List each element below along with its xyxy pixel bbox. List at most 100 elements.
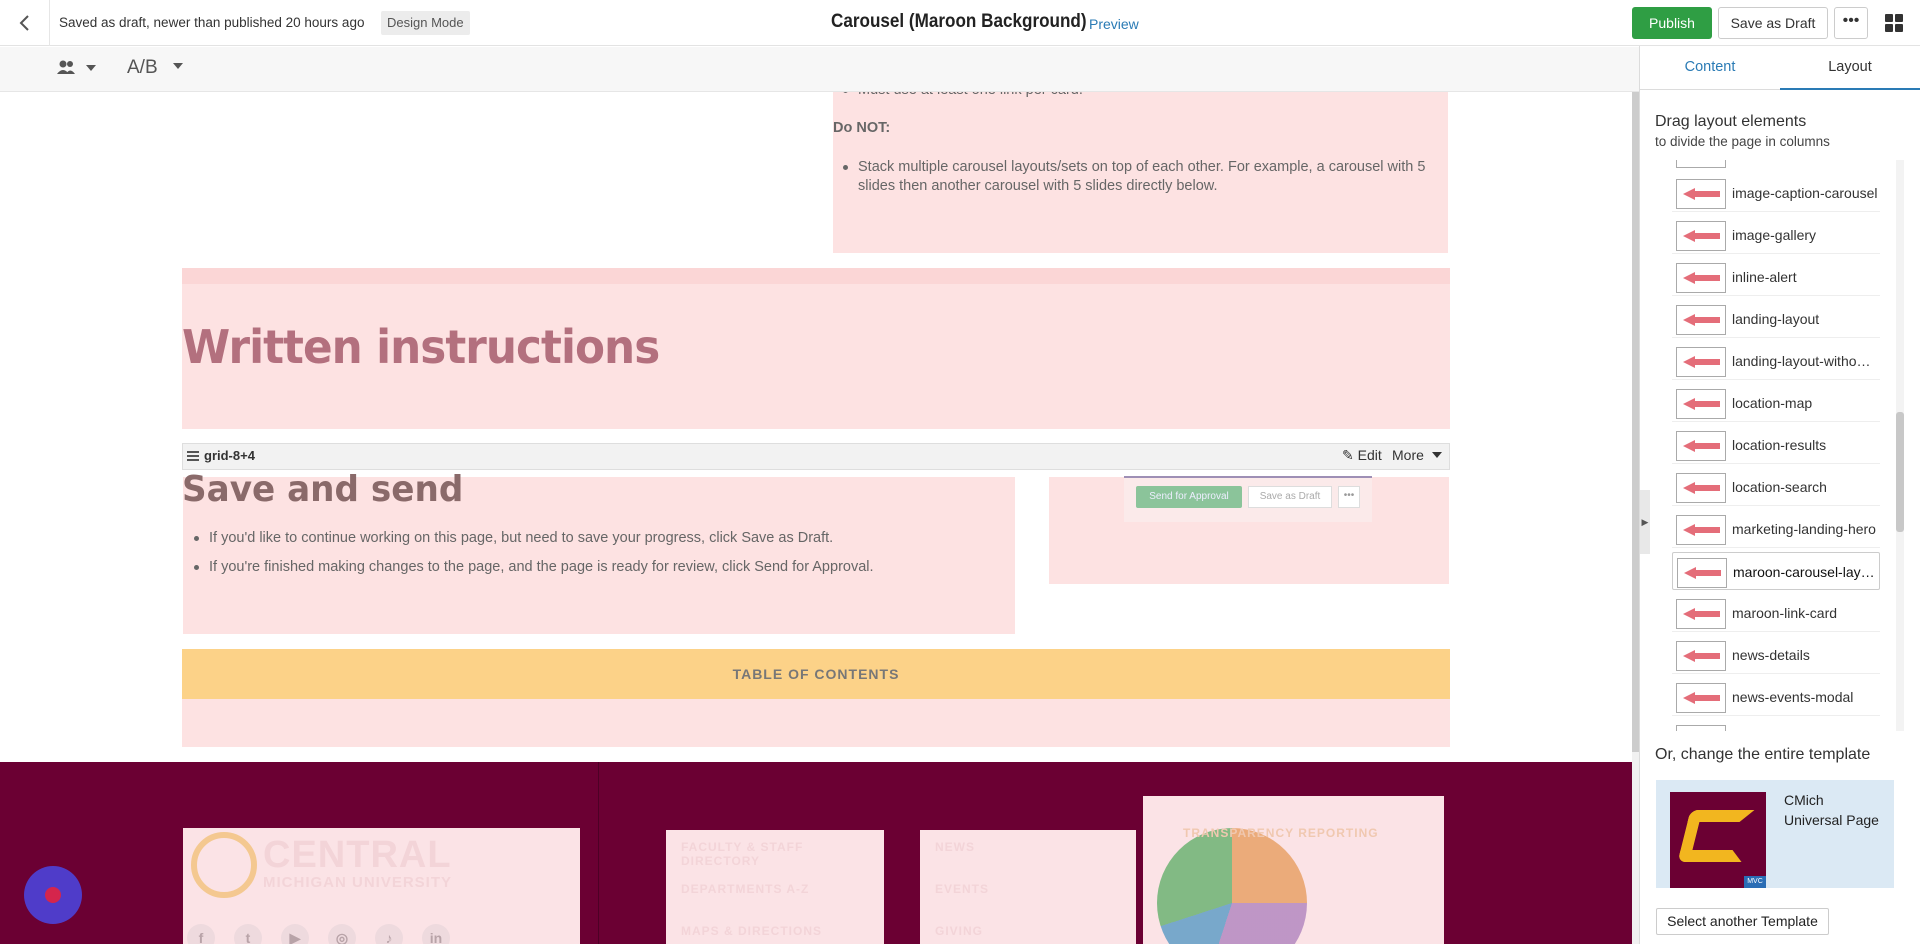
- cmu-c-logo-icon: [1677, 810, 1755, 862]
- list-item-label: image-gallery: [1732, 227, 1817, 243]
- list-item[interactable]: image-caption-carousel: [1672, 174, 1880, 212]
- canvas-scrollbar[interactable]: [1632, 92, 1639, 944]
- more-dropdown[interactable]: More: [1392, 447, 1442, 463]
- divider: [49, 0, 50, 46]
- template-name: CMich Universal Page: [1784, 792, 1879, 828]
- layout-elements-list: image-caption-carousel image-gallery inl…: [1672, 160, 1886, 731]
- list-item[interactable]: landing-layout-without-hero: [1672, 342, 1880, 380]
- more-options-button[interactable]: •••: [1834, 7, 1868, 39]
- list-item[interactable]: location-results: [1672, 426, 1880, 464]
- list-item[interactable]: news-details: [1672, 636, 1880, 674]
- facebook-icon[interactable]: f: [187, 924, 215, 944]
- badge-text: TRANSPARENCY REPORTING: [1183, 826, 1379, 840]
- michigan-map-icon: [1157, 828, 1307, 944]
- collapse-panel-icon[interactable]: ▶: [1640, 490, 1650, 554]
- back-arrow-icon[interactable]: [14, 12, 38, 34]
- logo-text: CENTRAL: [263, 834, 452, 876]
- layout-arrow-icon: [1676, 683, 1726, 713]
- editor-toolbar: [0, 47, 1639, 92]
- image-send-approval: Send for Approval: [1136, 486, 1242, 508]
- transparency-reporting-badge[interactable]: TRANSPARENCY REPORTING: [1143, 796, 1444, 944]
- instagram-icon[interactable]: ◎: [328, 924, 356, 944]
- layout-arrow-icon: [1677, 558, 1727, 588]
- layout-arrow-icon: [1676, 263, 1726, 293]
- image-save-draft: Save as Draft: [1248, 486, 1332, 508]
- panel-tabs: Content Layout: [1640, 46, 1920, 90]
- list-item[interactable]: news-listing: [1672, 720, 1880, 731]
- tab-content[interactable]: Content: [1640, 46, 1780, 90]
- list-scrollbar[interactable]: [1896, 160, 1904, 731]
- linkedin-icon[interactable]: in: [422, 924, 450, 944]
- footer-logo-block[interactable]: CENTRAL MICHIGAN UNIVERSITY f t ▶ ◎ ♪ in: [183, 828, 580, 944]
- layout-arrow-icon: [1676, 515, 1726, 545]
- chevron-down-icon: [172, 63, 183, 69]
- save-as-draft-button[interactable]: Save as Draft: [1718, 7, 1828, 39]
- drag-handle-icon[interactable]: [187, 451, 199, 461]
- layout-arrow-icon: [1676, 473, 1726, 503]
- list-item[interactable]: image-gallery: [1672, 216, 1880, 254]
- change-template-heading: Or, change the entire template: [1655, 746, 1871, 763]
- list-item[interactable]: marketing-landing-hero: [1672, 510, 1880, 548]
- list-item-label: landing-layout: [1732, 311, 1820, 327]
- logo-subtext: MICHIGAN UNIVERSITY: [263, 874, 453, 891]
- footer-link[interactable]: FACULTY & STAFF DIRECTORY: [681, 840, 884, 868]
- screenshot-image: Send for Approval Save as Draft •••: [1124, 476, 1372, 522]
- layout-arrow-icon: [1676, 641, 1726, 671]
- footer-links-block: NEWS EVENTS GIVING: [920, 830, 1136, 944]
- list-item[interactable]: location-search: [1672, 468, 1880, 506]
- list-item-selected[interactable]: maroon-carousel-layout: [1672, 552, 1880, 590]
- list-item-label: news-details: [1732, 647, 1810, 663]
- grid-toolbar: [182, 443, 1450, 470]
- footer-link[interactable]: NEWS: [935, 840, 975, 854]
- page-title: Carousel (Maroon Background): [831, 11, 1087, 32]
- list-item[interactable]: news-events-modal: [1672, 678, 1880, 716]
- ab-test-dropdown[interactable]: A/B: [127, 57, 183, 79]
- grid-label: grid-8+4: [204, 448, 255, 463]
- tiktok-icon[interactable]: ♪: [375, 924, 403, 944]
- list-item-label: location-map: [1732, 395, 1813, 411]
- image-more: •••: [1338, 486, 1360, 508]
- chat-widget-icon[interactable]: [24, 866, 82, 924]
- list-item[interactable]: maroon-link-card: [1672, 594, 1880, 632]
- section-strip: [182, 268, 1450, 284]
- layout-arrow-icon: [1676, 431, 1726, 461]
- users-icon: [56, 60, 80, 79]
- pencil-icon: ✎: [1342, 447, 1354, 463]
- layout-arrow-icon: [1676, 305, 1726, 335]
- list-item[interactable]: [1672, 160, 1880, 171]
- edit-label: Edit: [1357, 447, 1382, 463]
- draft-status: Saved as draft, newer than published 20 …: [59, 15, 365, 30]
- mvc-badge: MVC: [1744, 876, 1766, 888]
- design-mode-badge: Design Mode: [381, 11, 470, 35]
- footer-divider: [598, 762, 599, 944]
- layout-arrow-icon: [1676, 725, 1726, 731]
- layout-arrow-icon: [1676, 221, 1726, 251]
- preview-link[interactable]: Preview: [1089, 16, 1139, 32]
- select-template-button[interactable]: Select another Template: [1656, 908, 1829, 935]
- toc-body[interactable]: [182, 699, 1450, 747]
- publish-button[interactable]: Publish: [1632, 7, 1712, 39]
- audience-dropdown[interactable]: [56, 59, 97, 80]
- layout-grid-icon[interactable]: [1885, 14, 1903, 32]
- twitter-icon[interactable]: t: [234, 924, 262, 944]
- save-and-send-heading: Save and send: [182, 469, 464, 510]
- list-item[interactable]: landing-layout: [1672, 300, 1880, 338]
- guideline-bullet-partial: Must use at least one link per card.: [843, 92, 1438, 100]
- footer-link[interactable]: GIVING: [935, 924, 983, 938]
- footer-link[interactable]: DEPARTMENTS A-Z: [681, 882, 809, 896]
- list-item[interactable]: inline-alert: [1672, 258, 1880, 296]
- save-bullet: If you'd like to continue working on thi…: [194, 529, 1009, 548]
- layout-arrow-icon: [1676, 389, 1726, 419]
- edit-button[interactable]: ✎ Edit: [1342, 447, 1382, 464]
- table-of-contents-bar[interactable]: TABLE OF CONTENTS: [182, 649, 1450, 699]
- drag-layout-title: Drag layout elements: [1655, 113, 1807, 130]
- footer-link[interactable]: EVENTS: [935, 882, 989, 896]
- tab-layout[interactable]: Layout: [1780, 46, 1920, 90]
- list-item-label: news-events-modal: [1732, 689, 1854, 705]
- list-item-label: inline-alert: [1732, 269, 1797, 285]
- template-card[interactable]: MVC CMich Universal Page: [1656, 780, 1894, 888]
- list-item-label: maroon-carousel-layout: [1733, 564, 1879, 580]
- footer-link[interactable]: MAPS & DIRECTIONS: [681, 924, 822, 938]
- youtube-icon[interactable]: ▶: [281, 924, 309, 944]
- list-item[interactable]: location-map: [1672, 384, 1880, 422]
